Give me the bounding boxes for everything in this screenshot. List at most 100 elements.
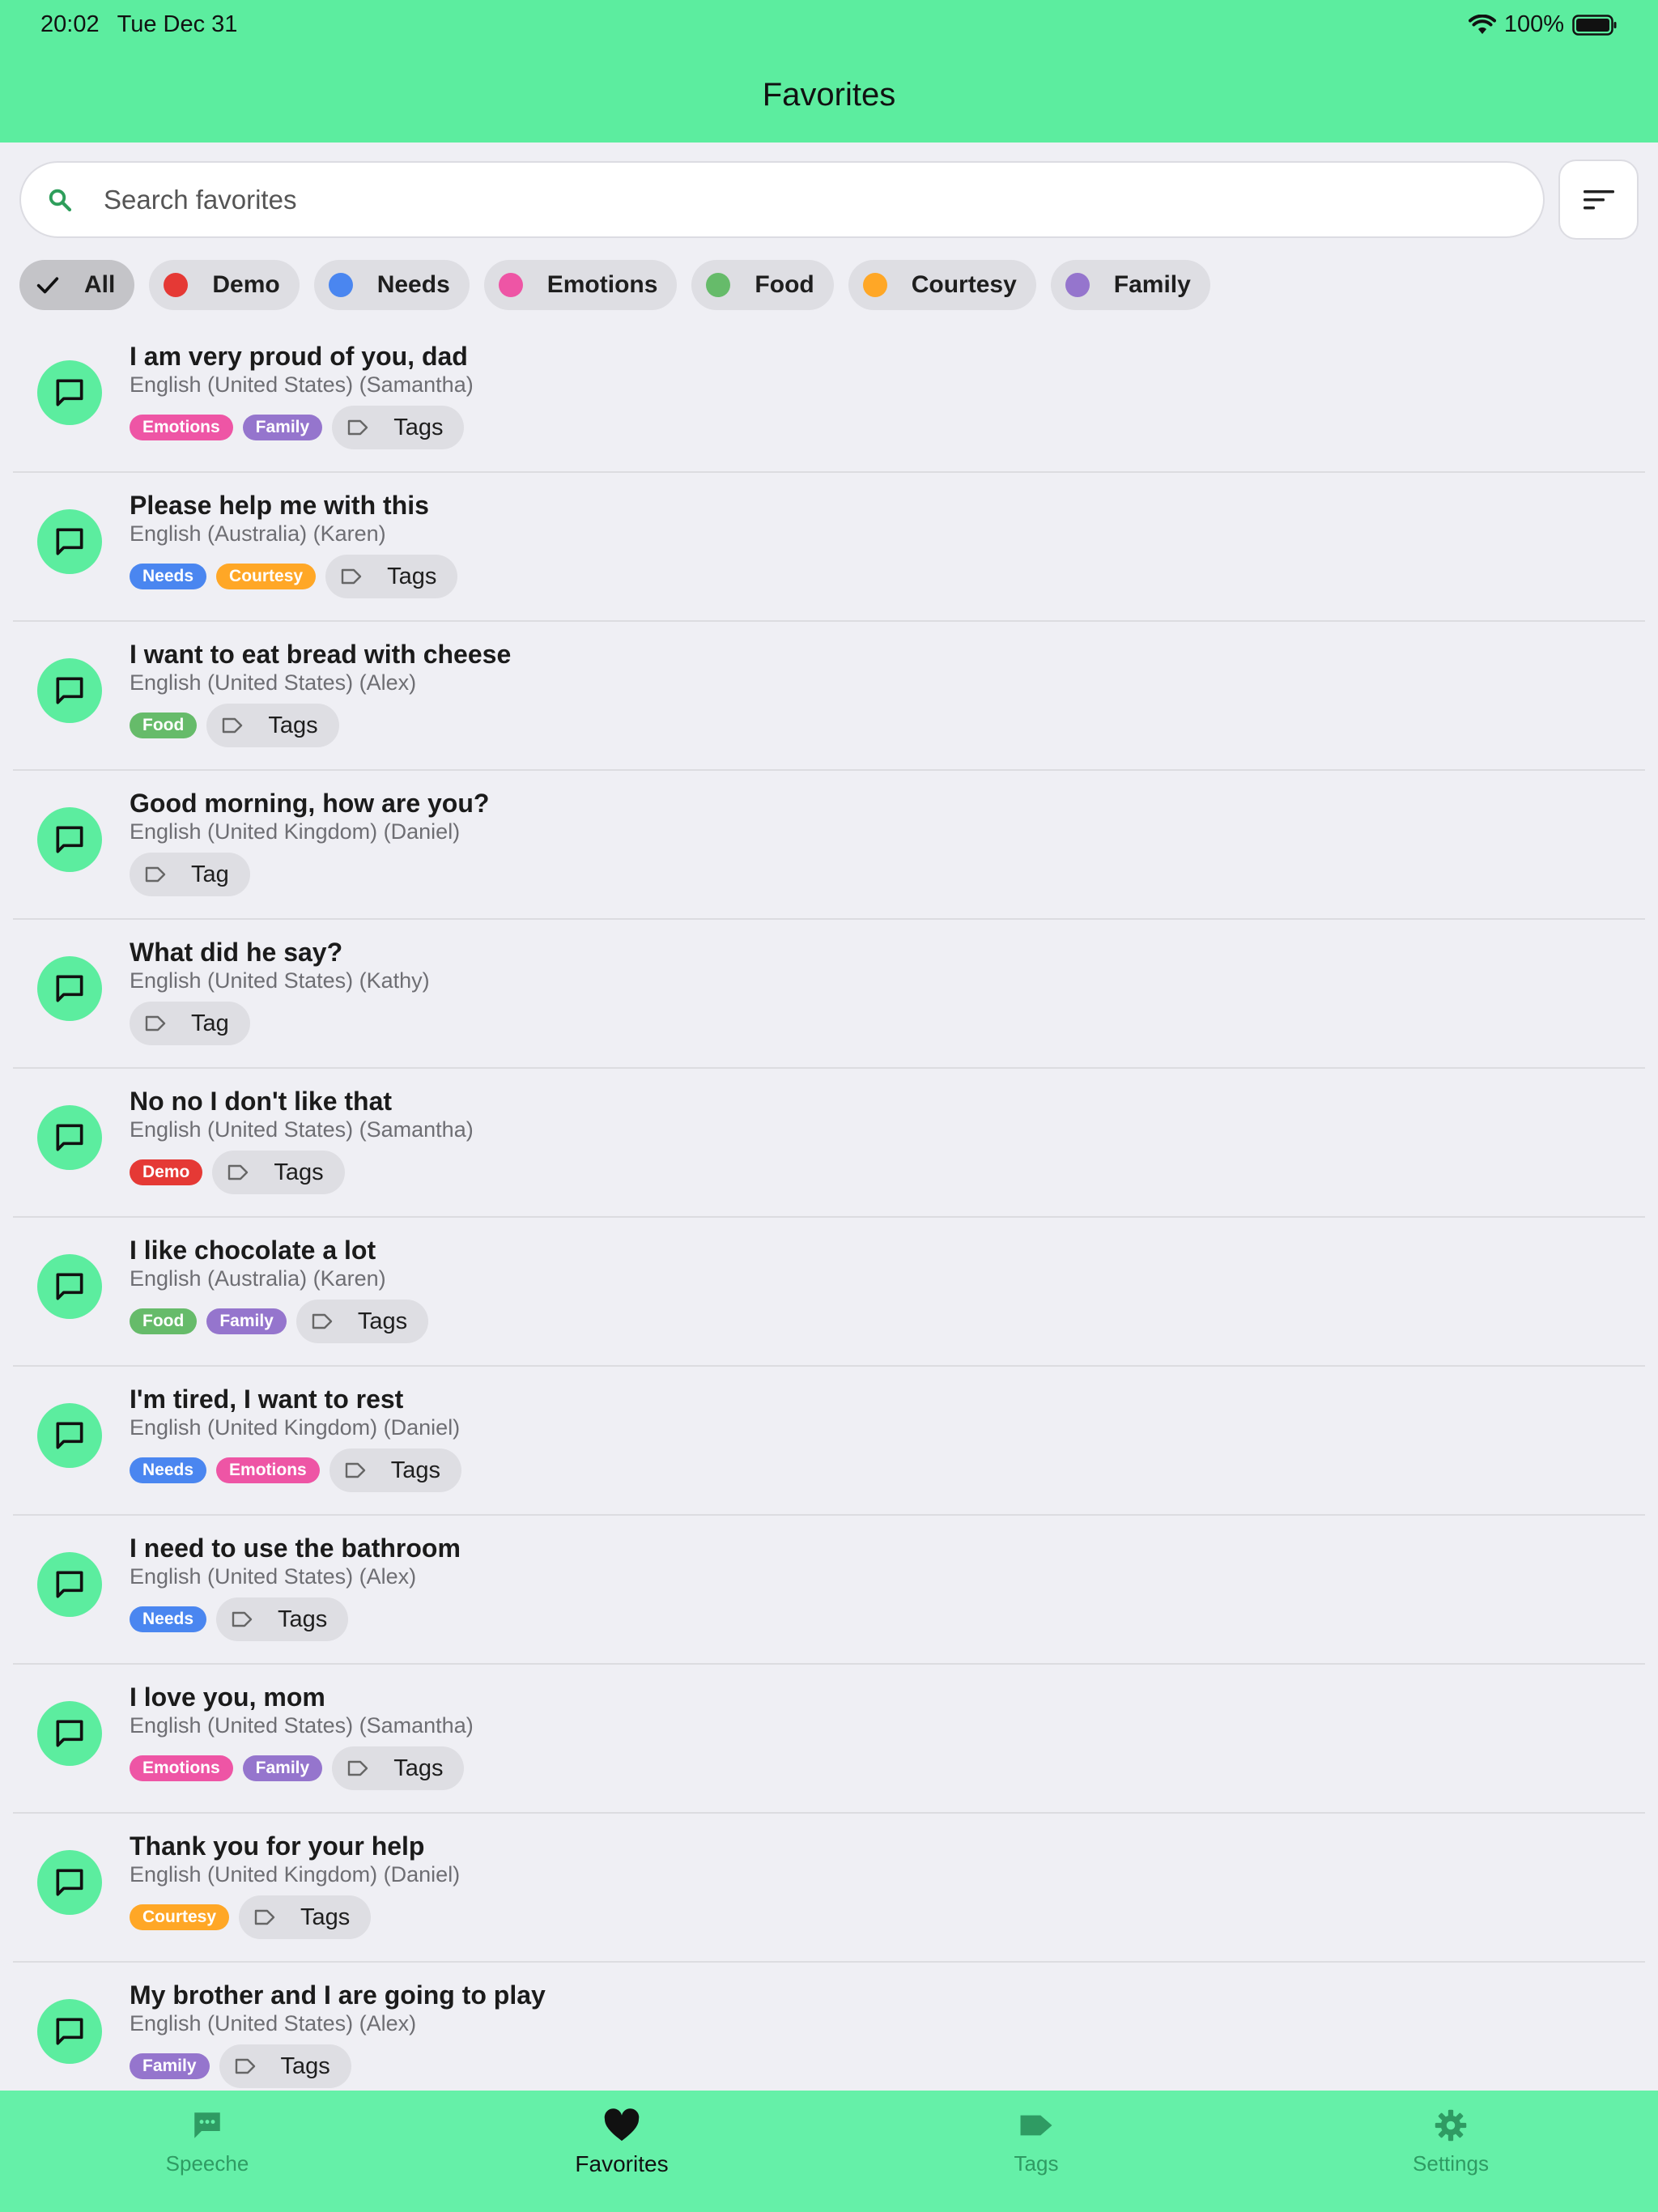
phrase-text: I want to eat bread with cheese xyxy=(130,640,512,669)
filter-chip-emotions[interactable]: Emotions xyxy=(483,260,678,310)
voice-label: English (United Kingdom) (Daniel) xyxy=(130,1415,461,1440)
tag-outline-icon xyxy=(312,1313,333,1329)
filter-chip-label: Family xyxy=(1113,271,1191,298)
filter-chip-food[interactable]: Food xyxy=(691,260,834,310)
favorite-row[interactable]: I want to eat bread with cheese English (… xyxy=(13,622,1645,771)
tag-outline-icon xyxy=(345,1462,365,1478)
battery-percent: 100% xyxy=(1503,11,1564,37)
tag-row: Family Tags xyxy=(130,2044,351,2088)
color-dot-icon xyxy=(706,273,731,297)
speech-bubble-icon xyxy=(56,1124,83,1151)
tag-badge-courtesy: Courtesy xyxy=(216,564,317,589)
edit-tags-button[interactable]: Tags xyxy=(332,406,465,449)
edit-tags-button[interactable]: Tags xyxy=(219,2044,351,2088)
favorite-row[interactable]: I like chocolate a lot English (Australia… xyxy=(13,1218,1645,1367)
favorite-row[interactable]: Please help me with this English (Austral… xyxy=(13,473,1645,622)
phrase-text: I love you, mom xyxy=(130,1682,325,1712)
status-date: Tue Dec 31 xyxy=(117,11,238,37)
tag-outline-icon xyxy=(145,1015,166,1032)
voice-label: English (Australia) (Karen) xyxy=(130,1266,386,1291)
tab-tags[interactable]: Tags xyxy=(829,2091,1244,2212)
tag-outline-icon xyxy=(348,419,368,436)
search-bar[interactable] xyxy=(19,161,1545,238)
edit-tags-label: Tags xyxy=(357,1308,408,1334)
favorite-row[interactable]: What did he say? English (United States) … xyxy=(13,920,1645,1069)
edit-tags-button[interactable]: Tag xyxy=(130,853,250,896)
search-input[interactable] xyxy=(102,183,1478,216)
edit-tags-label: Tags xyxy=(393,1755,444,1781)
edit-tags-button[interactable]: Tags xyxy=(212,1151,345,1194)
edit-tags-label: Tags xyxy=(390,1457,440,1483)
voice-label: English (United Kingdom) (Daniel) xyxy=(130,1862,461,1887)
tab-label: Settings xyxy=(1413,2151,1489,2176)
tag-row: Food Family Tags xyxy=(130,1300,429,1343)
edit-tags-button[interactable]: Tags xyxy=(216,1597,349,1641)
edit-tags-button[interactable]: Tag xyxy=(130,1002,250,1045)
favorite-row[interactable]: I'm tired, I want to rest English (United… xyxy=(13,1367,1645,1516)
edit-tags-button[interactable]: Tags xyxy=(325,555,458,598)
tag-badge-needs: Needs xyxy=(130,1457,207,1483)
speech-bubble-icon xyxy=(56,1273,83,1300)
app-bar: 20:02 Tue Dec 31 100% Favorites xyxy=(0,0,1658,143)
color-dot-icon xyxy=(328,273,353,297)
tab-speeche[interactable]: Speeche xyxy=(0,2091,414,2212)
tag-outline-icon xyxy=(235,2058,255,2074)
tag-badge-family: Family xyxy=(130,2053,210,2079)
phrase-text: I need to use the bathroom xyxy=(130,1534,461,1563)
tag-badge-family: Family xyxy=(242,415,323,440)
edit-tags-button[interactable]: Tags xyxy=(206,704,339,747)
filter-chip-family[interactable]: Family xyxy=(1050,260,1210,310)
status-time: 20:02 xyxy=(40,11,100,37)
tag-icon xyxy=(1018,2108,1055,2146)
tag-badge-food: Food xyxy=(130,1308,198,1334)
voice-label: English (United States) (Kathy) xyxy=(130,968,430,993)
tab-favorites[interactable]: Favorites xyxy=(414,2091,829,2212)
sort-button[interactable] xyxy=(1558,160,1639,240)
tag-badge-needs: Needs xyxy=(130,1606,207,1632)
tag-row: Emotions Family Tags xyxy=(130,406,465,449)
phrase-text: No no I don't like that xyxy=(130,1087,393,1116)
color-dot-icon xyxy=(164,273,189,297)
phrase-avatar xyxy=(37,1701,102,1766)
tab-label: Tags xyxy=(1014,2151,1059,2176)
color-dot-icon xyxy=(1065,273,1090,297)
favorite-row[interactable]: No no I don't like that English (United S… xyxy=(13,1069,1645,1218)
edit-tags-button[interactable]: Tags xyxy=(332,1746,465,1790)
edit-tags-button[interactable]: Tags xyxy=(295,1300,429,1343)
filter-chip-all[interactable]: All xyxy=(19,260,135,310)
speech-bubble-icon xyxy=(56,975,83,1002)
filter-chip-courtesy[interactable]: Courtesy xyxy=(848,260,1036,310)
tag-badge-family: Family xyxy=(206,1308,287,1334)
edit-tags-button[interactable]: Tags xyxy=(329,1448,461,1492)
favorite-row[interactable]: I am very proud of you, dad English (Unit… xyxy=(13,324,1645,473)
tag-outline-icon xyxy=(228,1164,249,1180)
filter-chip-label: Food xyxy=(755,271,814,298)
favorite-row[interactable]: My brother and I are going to play Englis… xyxy=(13,1963,1645,2091)
favorite-row[interactable]: I love you, mom English (United States) (… xyxy=(13,1665,1645,1814)
speech-bubble-icon xyxy=(56,1422,83,1449)
tab-label: Speeche xyxy=(165,2151,249,2176)
tag-outline-icon xyxy=(341,568,362,585)
favorite-row[interactable]: I need to use the bathroom English (Unite… xyxy=(13,1516,1645,1665)
filter-chip-needs[interactable]: Needs xyxy=(313,260,470,310)
filter-chip-label: All xyxy=(84,271,116,298)
phrase-text: Please help me with this xyxy=(130,491,429,520)
heart-icon xyxy=(603,2108,640,2146)
edit-tags-label: Tags xyxy=(300,1904,351,1930)
tag-outline-icon xyxy=(348,1760,368,1776)
phrase-text: Good morning, how are you? xyxy=(130,789,490,818)
sort-icon xyxy=(1583,189,1614,209)
tab-settings[interactable]: Settings xyxy=(1244,2091,1658,2212)
favorites-list[interactable]: I am very proud of you, dad English (Unit… xyxy=(0,324,1658,2091)
phrase-avatar xyxy=(37,807,102,872)
favorite-row[interactable]: Thank you for your help English (United K… xyxy=(13,1814,1645,1963)
filter-chip-demo[interactable]: Demo xyxy=(149,260,300,310)
phrase-avatar xyxy=(37,658,102,723)
color-dot-icon xyxy=(498,273,523,297)
tag-row: Needs Emotions Tags xyxy=(130,1448,461,1492)
favorite-row[interactable]: Good morning, how are you? English (Unite… xyxy=(13,771,1645,920)
speech-bubble-icon xyxy=(56,528,83,555)
edit-tags-label: Tags xyxy=(280,2052,330,2079)
edit-tags-button[interactable]: Tags xyxy=(239,1895,372,1939)
search-icon xyxy=(49,189,72,211)
